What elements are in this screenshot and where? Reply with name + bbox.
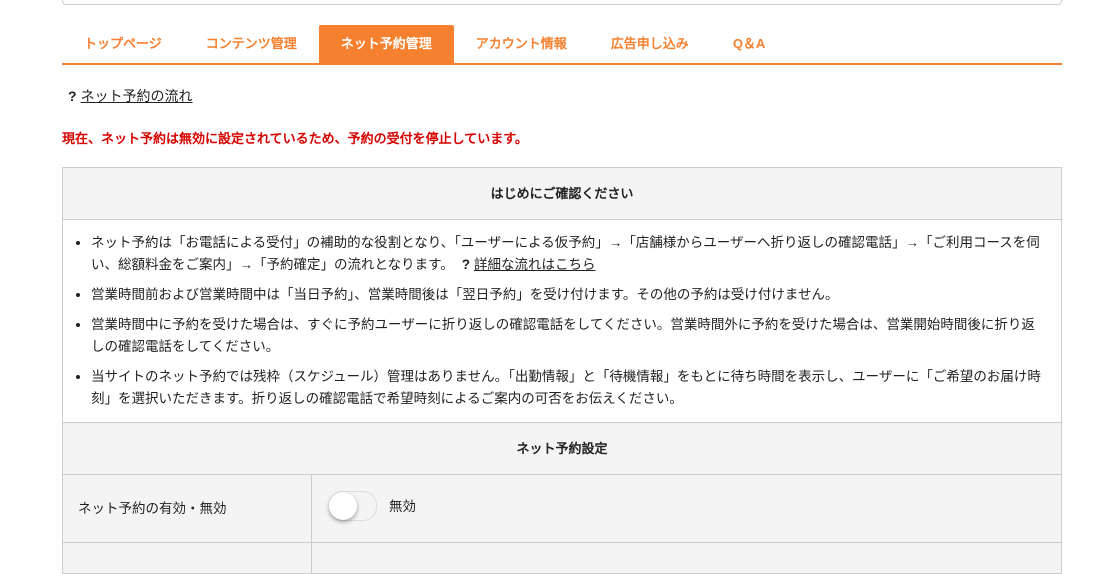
question-icon: ? xyxy=(461,257,470,272)
enable-value-cell: 無効 xyxy=(312,475,1061,542)
list-item: 営業時間前および営業時間中は「当日予約」、営業時間後は「翌日予約」を受け付けます… xyxy=(91,284,1045,306)
next-row-label xyxy=(63,543,312,573)
top-input-box xyxy=(62,0,1062,5)
enable-row: ネット予約の有効・無効 無効 xyxy=(63,475,1061,543)
question-icon: ? xyxy=(68,88,77,104)
next-row xyxy=(63,543,1061,573)
tab-qa[interactable]: Q＆A xyxy=(711,25,788,63)
enable-label: ネット予約の有効・無効 xyxy=(63,475,312,542)
tab-content-management[interactable]: コンテンツ管理 xyxy=(184,25,319,63)
tab-top-page[interactable]: トップページ xyxy=(62,25,184,63)
tab-ad-application[interactable]: 広告申し込み xyxy=(589,25,711,63)
toggle-knob xyxy=(329,491,357,520)
list-item: 当サイトのネット予約では残枠（スケジュール）管理はありません。「出勤情報」と「待… xyxy=(91,366,1045,410)
warning-message: 現在、ネット予約は無効に設定されているため、予約の受付を停止しています。 xyxy=(62,131,528,146)
detail-flow-link[interactable]: 詳細な流れはこちら xyxy=(474,257,596,272)
enable-toggle[interactable] xyxy=(329,490,377,521)
flow-link[interactable]: ネット予約の流れ xyxy=(81,88,193,104)
next-row-value xyxy=(312,543,1061,573)
main-tabs: トップページ コンテンツ管理 ネット予約管理 アカウント情報 広告申し込み Q＆… xyxy=(62,25,1062,65)
notice-list: ネット予約は「お電話による受付」の補助的な役割となり、「ユーザーによる仮予約」→… xyxy=(63,220,1061,423)
notice-heading: はじめにご確認ください xyxy=(63,168,1061,220)
flow-help: ? ネット予約の流れ xyxy=(68,86,193,106)
settings-table: はじめにご確認ください ネット予約は「お電話による受付」の補助的な役割となり、「… xyxy=(62,167,1062,574)
settings-heading: ネット予約設定 xyxy=(63,423,1061,475)
list-item: 営業時間中に予約を受けた場合は、すぐに予約ユーザーに折り返しの確認電話をしてくだ… xyxy=(91,314,1045,358)
tab-account-info[interactable]: アカウント情報 xyxy=(454,25,589,63)
list-item: ネット予約は「お電話による受付」の補助的な役割となり、「ユーザーによる仮予約」→… xyxy=(91,232,1045,276)
enable-status: 無効 xyxy=(389,498,416,514)
tab-net-reservation[interactable]: ネット予約管理 xyxy=(318,25,454,63)
